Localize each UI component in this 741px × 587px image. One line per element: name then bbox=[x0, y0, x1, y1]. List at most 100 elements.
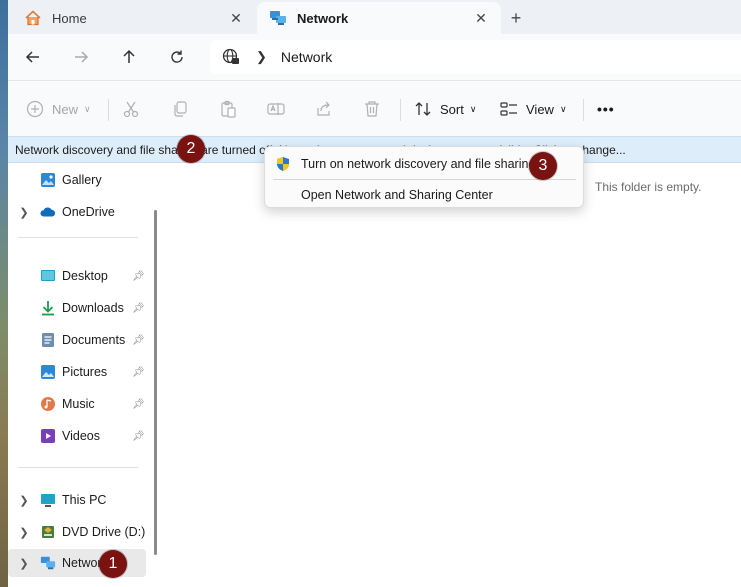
plus-circle-icon bbox=[26, 100, 44, 118]
pictures-icon bbox=[40, 364, 56, 380]
address-bar[interactable]: ❯ Network bbox=[210, 40, 741, 74]
new-label: New bbox=[52, 101, 79, 117]
chevron-right-icon[interactable]: ❯ bbox=[18, 206, 30, 219]
pin-icon: 📌︎ bbox=[132, 398, 145, 410]
dvd-drive-icon bbox=[40, 524, 56, 540]
new-button[interactable]: New ∨ bbox=[26, 95, 91, 123]
copy-button[interactable] bbox=[171, 95, 189, 123]
back-button[interactable] bbox=[19, 44, 47, 70]
computer-icon bbox=[40, 492, 56, 508]
chevron-down-icon: ∨ bbox=[559, 103, 567, 114]
menu-item-label: Open Network and Sharing Center bbox=[301, 188, 493, 202]
toolbar-divider bbox=[583, 99, 584, 121]
navigation-pane: Gallery ❯ OneDrive Desktop 📌︎ Downloads … bbox=[8, 163, 157, 587]
pin-icon: 📌︎ bbox=[132, 302, 145, 314]
rename-icon bbox=[267, 103, 285, 115]
arrow-up-icon bbox=[123, 49, 135, 63]
sidebar-item-label: Pictures bbox=[62, 365, 108, 379]
view-label: View bbox=[526, 101, 554, 117]
sidebar-divider bbox=[18, 237, 138, 238]
chevron-down-icon: ∨ bbox=[84, 103, 91, 114]
refresh-icon bbox=[171, 50, 183, 63]
desktop-wallpaper-strip bbox=[0, 0, 8, 587]
toolbar-divider bbox=[108, 99, 109, 121]
pin-icon: 📌︎ bbox=[132, 270, 145, 282]
download-icon bbox=[40, 300, 56, 316]
share-button[interactable] bbox=[315, 95, 333, 123]
sidebar-item-dvd-drive[interactable]: ❯ DVD Drive (D:) CCSA_X64FRE_EN-US_DV9 bbox=[8, 518, 148, 546]
new-tab-button[interactable]: + bbox=[506, 8, 526, 28]
sidebar-scrollbar[interactable] bbox=[154, 210, 157, 555]
music-icon bbox=[40, 396, 56, 412]
document-icon bbox=[40, 332, 56, 348]
sidebar-item-pictures[interactable]: Pictures 📌︎ bbox=[8, 358, 148, 386]
sidebar-item-downloads[interactable]: Downloads 📌︎ bbox=[8, 294, 148, 322]
view-icon bbox=[500, 102, 517, 116]
chevron-right-icon[interactable]: ❯ bbox=[18, 494, 30, 507]
sort-label: Sort bbox=[440, 101, 464, 117]
close-tab-network-button[interactable]: ✕ bbox=[471, 8, 491, 28]
sidebar-item-gallery[interactable]: Gallery bbox=[8, 166, 148, 194]
network-icon bbox=[40, 555, 56, 571]
step-badge-1: 1 bbox=[99, 550, 127, 578]
sidebar-item-label: Music bbox=[62, 397, 95, 411]
chevron-right-icon: ❯ bbox=[256, 49, 267, 64]
sidebar-item-label: Videos bbox=[62, 429, 100, 443]
file-list-area[interactable]: This folder is empty. bbox=[164, 163, 741, 587]
home-icon bbox=[24, 9, 42, 27]
step-badge-3: 3 bbox=[529, 152, 557, 180]
cloud-icon bbox=[40, 204, 56, 220]
refresh-button[interactable] bbox=[163, 44, 191, 70]
desktop-icon bbox=[40, 268, 56, 284]
arrow-left-icon bbox=[25, 51, 39, 63]
empty-folder-text: This folder is empty. bbox=[595, 180, 702, 194]
paste-button[interactable] bbox=[219, 95, 237, 123]
chevron-right-icon[interactable]: ❯ bbox=[18, 557, 30, 570]
gallery-icon bbox=[40, 172, 56, 188]
see-more-button[interactable]: ••• bbox=[597, 95, 615, 123]
open-network-sharing-center-item[interactable]: Open Network and Sharing Center bbox=[269, 182, 579, 208]
tab-bar: Home ✕ Network ✕ + bbox=[8, 0, 741, 34]
sidebar-item-label: OneDrive bbox=[62, 205, 115, 219]
pin-icon: 📌︎ bbox=[132, 366, 145, 378]
copy-icon bbox=[174, 101, 187, 117]
up-button[interactable] bbox=[115, 44, 143, 70]
share-icon bbox=[317, 101, 330, 116]
sidebar-item-this-pc[interactable]: ❯ This PC bbox=[8, 486, 148, 514]
sidebar-item-onedrive[interactable]: ❯ OneDrive bbox=[8, 198, 148, 226]
cut-button[interactable] bbox=[122, 95, 140, 123]
sidebar-item-videos[interactable]: Videos 📌︎ bbox=[8, 422, 148, 450]
sidebar-item-label: DVD Drive (D:) CCSA_X64FRE_EN-US_DV9 bbox=[62, 525, 148, 539]
paste-icon bbox=[221, 100, 236, 118]
arrow-right-icon bbox=[75, 51, 89, 63]
step-badge-2: 2 bbox=[177, 135, 205, 163]
chevron-right-icon[interactable]: ❯ bbox=[18, 526, 30, 539]
network-icon bbox=[269, 9, 287, 27]
pin-icon: 📌︎ bbox=[132, 334, 145, 346]
uac-shield-icon bbox=[277, 157, 289, 171]
forward-button[interactable] bbox=[67, 44, 95, 70]
sidebar-item-music[interactable]: Music 📌︎ bbox=[8, 390, 148, 418]
sidebar-item-label: This PC bbox=[62, 493, 107, 507]
delete-button[interactable] bbox=[363, 95, 381, 123]
breadcrumb-network[interactable]: Network bbox=[281, 49, 332, 65]
chevron-down-icon: ∨ bbox=[469, 103, 477, 114]
globe-icon bbox=[222, 48, 239, 64]
sidebar-item-desktop[interactable]: Desktop 📌︎ bbox=[8, 262, 148, 290]
tab-network[interactable]: Network ✕ bbox=[257, 2, 501, 34]
sidebar-item-documents[interactable]: Documents 📌︎ bbox=[8, 326, 148, 354]
rename-button[interactable] bbox=[267, 95, 285, 123]
pin-icon: 📌︎ bbox=[132, 430, 145, 442]
menu-item-label: Turn on network discovery and file shari… bbox=[301, 157, 536, 171]
toolbar-divider bbox=[400, 99, 401, 121]
tab-home[interactable]: Home ✕ bbox=[12, 2, 256, 34]
close-tab-home-button[interactable]: ✕ bbox=[226, 8, 246, 28]
sidebar-item-label: Downloads bbox=[62, 301, 124, 315]
navigation-bar: ❯ Network bbox=[8, 34, 741, 80]
video-icon bbox=[40, 428, 56, 444]
view-button[interactable]: View ∨ bbox=[500, 95, 567, 123]
trash-icon bbox=[365, 101, 379, 117]
sidebar-item-label: Desktop bbox=[62, 269, 108, 283]
scissors-icon bbox=[123, 101, 139, 118]
sort-button[interactable]: Sort ∨ bbox=[414, 95, 476, 123]
